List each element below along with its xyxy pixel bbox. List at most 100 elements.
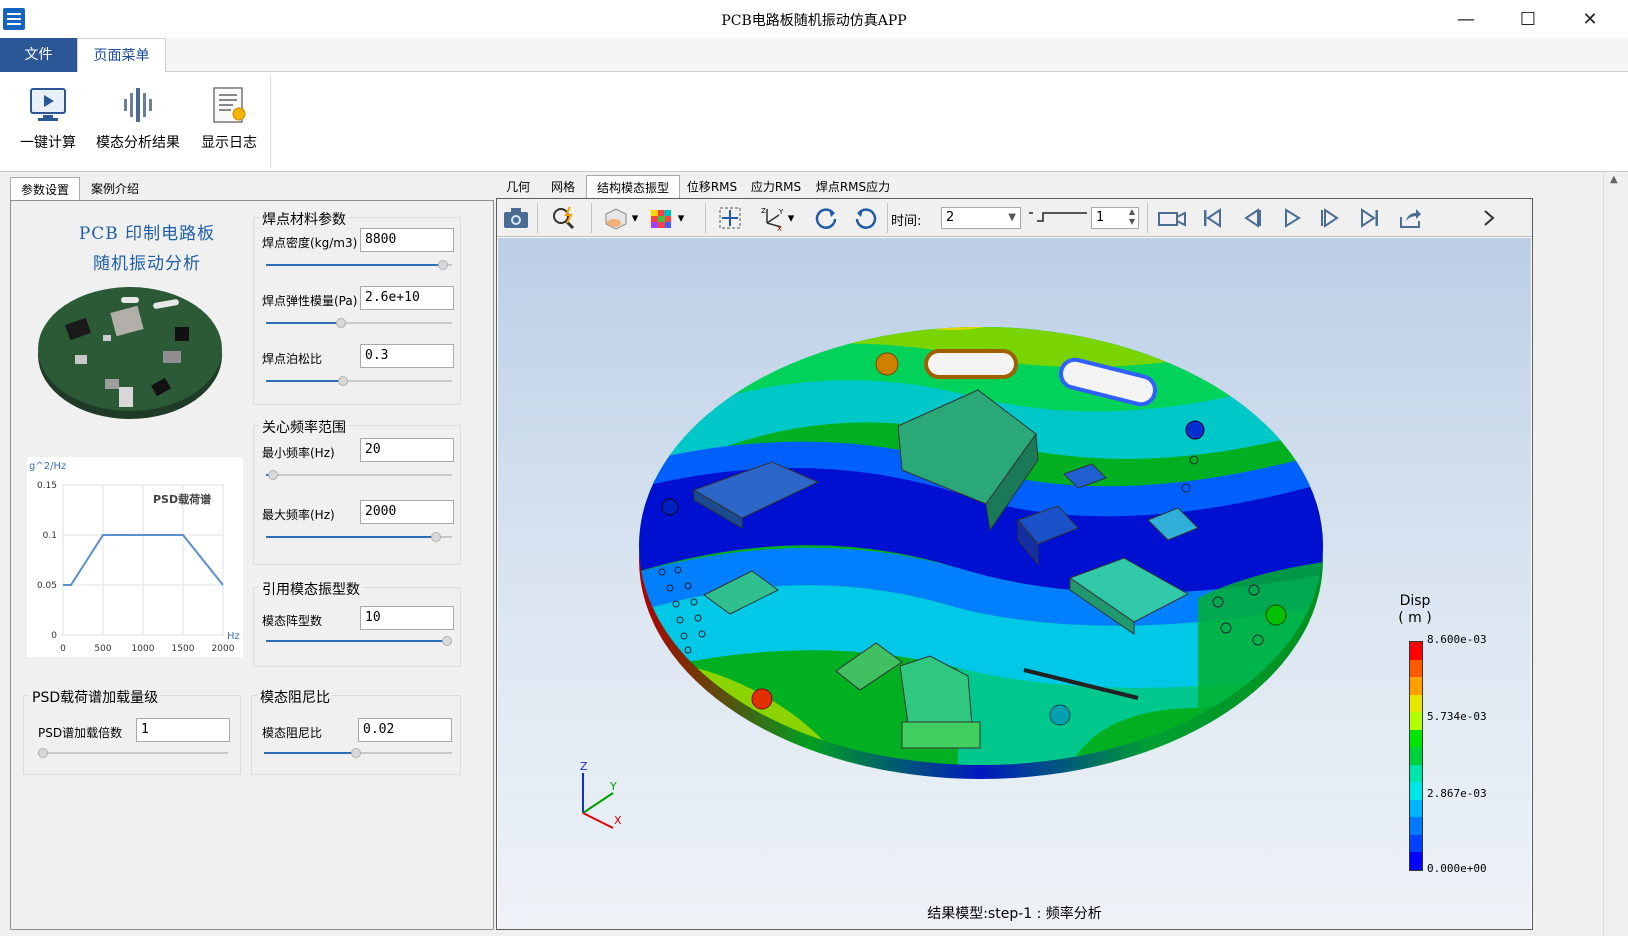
min-freq-input[interactable]: 20: [360, 438, 454, 462]
legend-label-max: 8.600e-03: [1427, 633, 1487, 646]
log-document-icon: [196, 84, 262, 126]
tab-stress-rms[interactable]: 应力RMS: [744, 175, 808, 199]
psd-xtick-label: 2000: [212, 644, 235, 654]
legend-color-swatch: [1410, 834, 1422, 853]
damping-slider[interactable]: [264, 748, 452, 758]
vertical-scrollbar[interactable]: ▲: [1603, 172, 1628, 936]
legend-color-swatch: [1410, 712, 1422, 730]
legend-color-swatch: [1410, 677, 1422, 695]
rotate-ccw-icon[interactable]: [851, 203, 881, 233]
mode-count-input[interactable]: 10: [360, 606, 454, 630]
legend-label-3: 2.867e-03: [1427, 787, 1487, 800]
modulus-slider[interactable]: [266, 318, 452, 328]
psd-level-group-title: PSD载荷谱加载量级: [30, 687, 161, 707]
step-value: 1: [1096, 210, 1105, 225]
psd-ytick-label: 0.15: [37, 481, 57, 491]
psd-ytick-label: 0.05: [37, 581, 57, 591]
record-video-icon[interactable]: [1157, 203, 1187, 233]
psd-factor-slider[interactable]: [38, 748, 228, 758]
max-freq-input[interactable]: 2000: [360, 500, 454, 524]
x-axis: [582, 812, 614, 829]
tab-solder-rms[interactable]: 焊点RMS应力: [808, 175, 898, 199]
x-axis-label: X: [614, 814, 622, 827]
modal-results-button[interactable]: 模态分析结果: [90, 84, 186, 152]
legend-color-swatch: [1410, 729, 1422, 748]
legend-color-swatch: [1410, 642, 1422, 660]
density-input[interactable]: 8800: [360, 228, 454, 252]
legend-color-swatch: [1410, 764, 1422, 783]
svg-text:X: X: [777, 225, 782, 231]
chevron-down-icon[interactable]: ▾: [673, 203, 689, 233]
time-select[interactable]: 2 ▼: [941, 207, 1021, 229]
first-frame-icon[interactable]: [1197, 203, 1227, 233]
pcb-title-line1: PCB 印制电路板: [78, 224, 216, 244]
min-freq-label: 最小频率(Hz): [262, 446, 335, 460]
chevron-down-icon[interactable]: ▾: [627, 203, 643, 233]
window-title: PCB电路板随机振动仿真APP: [721, 13, 907, 29]
legend-color-swatch: [1410, 852, 1422, 870]
pcb-contour-model: Z Y X: [580, 327, 1323, 829]
tab-mode-shapes[interactable]: 结构模态振型: [586, 175, 680, 199]
monitor-play-icon: [12, 84, 84, 126]
time-select-value: 2: [946, 210, 955, 225]
more-tools-icon[interactable]: [1479, 203, 1499, 233]
legend-label-min: 0.000e+00: [1427, 862, 1487, 875]
legend-color-swatch: [1410, 782, 1422, 800]
tab-mesh[interactable]: 网格: [540, 175, 586, 199]
scroll-up-icon[interactable]: ▲: [1610, 174, 1618, 185]
pcb-title: PCB 印制电路板 随机振动分析: [47, 219, 247, 279]
play-icon[interactable]: [1277, 203, 1307, 233]
next-frame-icon[interactable]: [1315, 203, 1345, 233]
legend-color-bar: [1409, 641, 1423, 871]
zoom-fit-icon[interactable]: [549, 203, 579, 233]
menu-file[interactable]: 文件: [0, 38, 77, 72]
maximize-button[interactable]: ☐: [1500, 0, 1556, 38]
tab-case-intro[interactable]: 案例介绍: [82, 177, 148, 201]
freq-group: 关心频率范围 最小频率(Hz) 20 最大频率(Hz) 2000: [253, 417, 461, 565]
3d-viewport[interactable]: Z Y X Disp ( m ) 8.600e-03 5.734e-03 2.8…: [498, 238, 1531, 929]
damping-group: 模态阻尼比 模态阻尼比 0.02: [251, 687, 461, 775]
poisson-label: 焊点泊松比: [262, 352, 323, 366]
title-bar: PCB电路板随机振动仿真APP — ☐ ✕: [0, 0, 1628, 38]
legend-color-swatch: [1410, 659, 1422, 678]
legend-color-swatch: [1410, 817, 1422, 835]
legend-color-swatch: [1410, 799, 1422, 818]
psd-factor-input[interactable]: 1: [136, 718, 230, 742]
compute-button[interactable]: 一键计算: [12, 84, 84, 152]
status-text: 结果模型:step-1 : 频率分析: [927, 906, 1102, 922]
menu-page[interactable]: 页面菜单: [77, 38, 166, 73]
damping-group-title: 模态阻尼比: [258, 687, 332, 707]
minimize-button[interactable]: —: [1438, 0, 1494, 38]
tab-disp-rms[interactable]: 位移RMS: [680, 175, 744, 199]
fit-view-icon[interactable]: [715, 203, 745, 233]
chevron-down-icon[interactable]: ▾: [783, 203, 799, 233]
step-spinbox[interactable]: 1 ▲ ▼: [1091, 207, 1139, 229]
psd-xlabel: Hz: [227, 631, 240, 642]
svg-text:Z: Z: [761, 207, 766, 215]
prev-frame-icon[interactable]: [1237, 203, 1267, 233]
ribbon-separator: [270, 76, 271, 168]
y-axis-label: Y: [609, 780, 617, 793]
rotate-cw-icon[interactable]: [811, 203, 841, 233]
damping-input[interactable]: 0.02: [358, 718, 452, 742]
poisson-input[interactable]: 0.3: [360, 344, 454, 368]
max-freq-slider[interactable]: [266, 532, 452, 542]
poisson-slider[interactable]: [266, 376, 452, 386]
close-button[interactable]: ✕: [1562, 0, 1618, 38]
mode-count-slider[interactable]: [266, 636, 452, 646]
compute-label: 一键计算: [20, 135, 76, 151]
min-freq-slider[interactable]: [266, 470, 452, 480]
solder-group-title: 焊点材料参数: [260, 209, 348, 229]
show-log-button[interactable]: 显示日志: [196, 84, 262, 152]
density-slider[interactable]: [266, 260, 452, 270]
tab-geometry[interactable]: 几何: [496, 175, 540, 199]
psd-xtick-label: 1000: [132, 644, 155, 654]
camera-icon[interactable]: [501, 203, 531, 233]
modal-results-label: 模态分析结果: [96, 135, 180, 151]
psd-chart-title: PSD载荷谱: [153, 492, 211, 506]
export-icon[interactable]: [1395, 203, 1425, 233]
modulus-input[interactable]: 2.6e+10: [360, 286, 454, 310]
mode-count-label: 模态阵型数: [262, 614, 323, 628]
last-frame-icon[interactable]: [1355, 203, 1385, 233]
tab-params[interactable]: 参数设置: [10, 177, 80, 201]
